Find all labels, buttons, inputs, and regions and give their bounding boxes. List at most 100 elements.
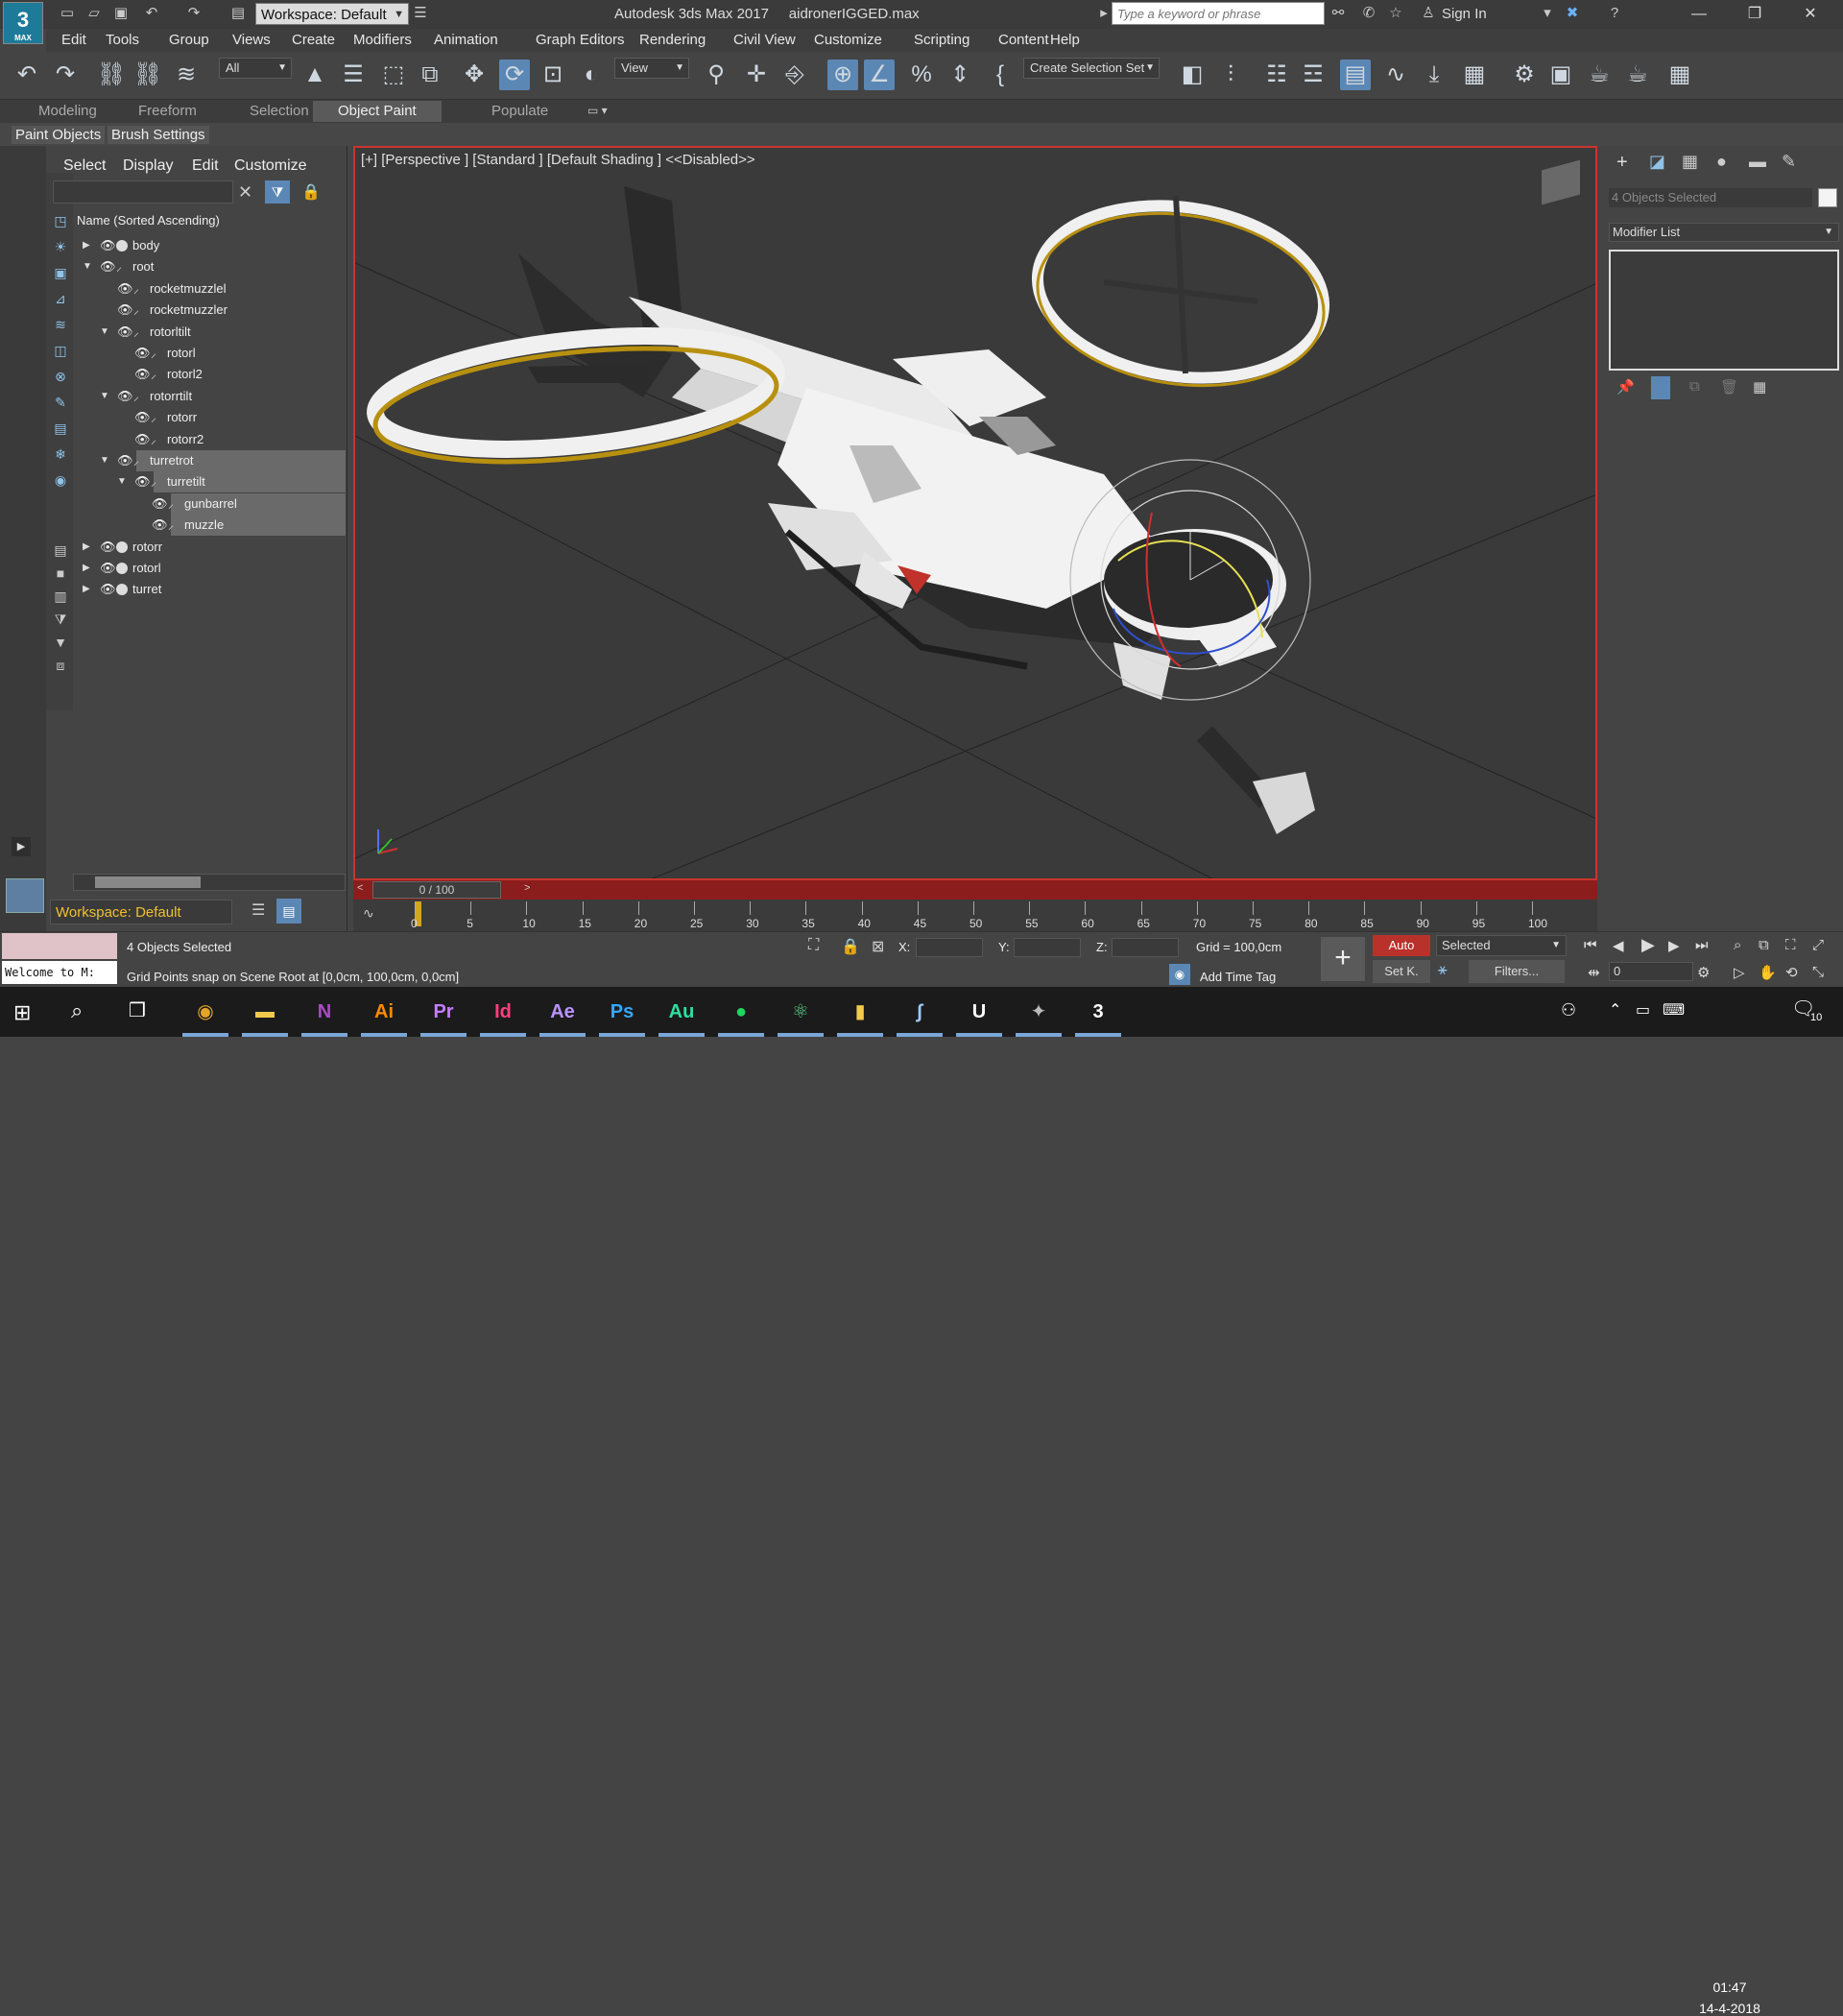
chevron-right-icon[interactable]: ▸	[1094, 5, 1113, 22]
taskbar-unreal-icon[interactable]: U	[962, 995, 996, 1029]
visibility-eye-icon[interactable]: 👁	[100, 256, 116, 277]
add-time-tag[interactable]: Add Time Tag	[1200, 970, 1276, 984]
tree-row-rotorr[interactable]: ▶ 👁 rotorr	[73, 537, 346, 558]
task-view-icon[interactable]: ❒	[129, 998, 146, 1022]
tree-row-turret[interactable]: ▶ 👁 turret	[73, 579, 346, 600]
track-bar[interactable]: ∿ 0 5 10 15 20 25 30 35 40 45 50 55 60 65 70 75 80 85 90 95…	[353, 900, 1597, 932]
display-tab-icon[interactable]: ▬	[1749, 152, 1766, 172]
tree-row-rotorl[interactable]: 👁 ⸝ rotorl	[73, 343, 346, 364]
windows-start-icon[interactable]: ⊞	[13, 1000, 31, 1025]
taskbar-indesign-icon[interactable]: Id	[486, 995, 520, 1029]
container-filter-icon[interactable]: ▤	[52, 420, 69, 437]
display-children-icon[interactable]: ▤	[52, 541, 69, 559]
show-end-result-icon[interactable]	[1651, 376, 1670, 399]
render-production-icon[interactable]: ☕	[1584, 60, 1615, 90]
isolate-selection-icon[interactable]: ⛶	[808, 937, 819, 954]
sign-in-link[interactable]: Sign In	[1442, 6, 1487, 22]
group-filter-icon[interactable]: ◫	[52, 342, 69, 359]
schematic-view-icon[interactable]: ⤓	[1419, 60, 1449, 90]
bind-space-warp-icon[interactable]: ≋	[171, 60, 202, 90]
save-file-icon[interactable]: ▣	[111, 5, 131, 22]
tab-selection[interactable]: Selection	[250, 103, 309, 119]
go-to-end-icon[interactable]: ⏭	[1695, 937, 1709, 953]
z-coord-input[interactable]	[1112, 938, 1179, 957]
visibility-eye-icon[interactable]: 👁	[134, 364, 151, 385]
tree-expander-closed-icon[interactable]: ▶	[83, 579, 90, 600]
light-filter-icon[interactable]: ☀	[52, 238, 69, 255]
tree-row-turretilt[interactable]: ▼ 👁 ⸝ turretilt	[117, 471, 346, 493]
brush-settings-button[interactable]: Brush Settings	[108, 126, 209, 144]
menu-scripting[interactable]: Scripting	[914, 32, 969, 48]
drone-model[interactable]	[367, 186, 1334, 834]
tree-expander-closed-icon[interactable]: ▶	[83, 558, 90, 579]
app-logo-icon[interactable]: 3 MAX	[3, 2, 43, 44]
modifier-list-dropdown[interactable]: Modifier List ▼	[1609, 223, 1839, 242]
tree-expander-open-icon[interactable]: ▼	[100, 386, 109, 407]
scroll-thumb[interactable]	[95, 876, 201, 888]
time-slider-track[interactable]: < 0 / 100 >	[353, 880, 1597, 900]
binoculars-icon[interactable]: ⚯	[1328, 5, 1348, 22]
taskbar-spotify-icon[interactable]: ●	[724, 995, 758, 1029]
select-by-name-icon[interactable]: ☰	[338, 60, 369, 90]
mirror-icon[interactable]: ◧	[1177, 60, 1208, 90]
taskbar-3dsmax-icon[interactable]: 3	[1081, 995, 1115, 1029]
undo-icon[interactable]: ↶	[12, 60, 42, 90]
tree-row-rotorltilt[interactable]: ▼ 👁 ⸝ rotorltilt	[73, 322, 346, 343]
toggle-layer-explorer-icon[interactable]: ☲	[1298, 60, 1328, 90]
tree-row-rotorr[interactable]: 👁 ⸝ rotorr	[73, 407, 346, 428]
tree-row-rotorrtilt[interactable]: ▼ 👁 ⸝ rotorrtilt	[73, 386, 346, 407]
communication-center-icon[interactable]: ✆	[1359, 5, 1378, 22]
taskbar-photoshop-icon[interactable]: Ps	[605, 995, 639, 1029]
sync-selection-icon[interactable]: ⧈	[52, 657, 69, 674]
menu-create[interactable]: Create	[292, 32, 335, 48]
undo-icon[interactable]: ↶	[142, 5, 161, 22]
scene-explorer-toggle-icon[interactable]: ▤	[276, 899, 301, 924]
viewport-layout-icon[interactable]	[6, 878, 44, 913]
set-key-big-icon[interactable]: +	[1321, 937, 1365, 981]
taskbar-atom-icon[interactable]: ⚛	[783, 995, 818, 1029]
tree-row-gunbarrel[interactable]: 👁 ⸝ gunbarrel	[152, 492, 346, 515]
configure-modifier-sets-icon[interactable]: ▦	[1753, 378, 1766, 396]
favorites-star-icon[interactable]: ☆	[1386, 5, 1405, 22]
material-editor-icon[interactable]: ▦	[1459, 60, 1490, 90]
key-filter-dropdown[interactable]: Selected ▼	[1436, 935, 1567, 956]
redo-icon[interactable]: ↷	[50, 60, 81, 90]
spinner-snap-icon[interactable]: ⇕	[945, 60, 975, 90]
time-tag-icon[interactable]: ◉	[1169, 964, 1190, 985]
render-setup-icon[interactable]: ⚙	[1509, 60, 1540, 90]
tab-modeling[interactable]: Modeling	[38, 103, 97, 119]
user-icon[interactable]: ♙	[1419, 5, 1438, 22]
pin-stack-icon[interactable]: 📌	[1616, 378, 1635, 396]
y-coord-input[interactable]	[1014, 938, 1081, 957]
absolute-mode-icon[interactable]: ⊠	[872, 937, 884, 956]
menu-modifiers[interactable]: Modifiers	[353, 32, 412, 48]
tree-expander-open-icon[interactable]: ▼	[83, 256, 92, 277]
search-input[interactable]	[1112, 2, 1325, 25]
select-children-icon[interactable]: ■	[52, 564, 69, 582]
motion-tab-icon[interactable]: ●	[1716, 152, 1727, 172]
time-prev-icon[interactable]: <	[357, 882, 363, 894]
frozen-filter-icon[interactable]: ❄	[52, 445, 69, 463]
open-file-icon[interactable]: ▱	[84, 5, 104, 22]
reference-coordinate-dropdown[interactable]: View ▼	[614, 58, 689, 79]
horizontal-scrollbar[interactable]	[73, 874, 346, 891]
angle-snap-icon[interactable]: ∠	[864, 60, 895, 90]
bone-filter-icon[interactable]: ✎	[52, 394, 69, 411]
maximize-viewport-icon[interactable]: ⤡	[1812, 964, 1824, 980]
visibility-eye-icon[interactable]: 👁	[117, 300, 133, 321]
edit-named-selection-icon[interactable]: {	[985, 60, 1016, 90]
menu-content[interactable]: Content	[998, 32, 1049, 48]
scale-icon[interactable]: ⊡	[538, 60, 568, 90]
go-to-start-icon[interactable]: ⏮	[1584, 937, 1597, 953]
zoom-all-icon[interactable]: ⧉	[1759, 937, 1769, 953]
modifier-stack[interactable]	[1609, 250, 1839, 371]
modify-tab-icon[interactable]: ◪	[1649, 152, 1665, 172]
time-configuration-icon[interactable]: ⚙	[1697, 964, 1710, 981]
explorer-workspace-dropdown[interactable]: Workspace: Default	[50, 900, 232, 924]
remove-modifier-icon[interactable]: 🗑	[1720, 378, 1738, 396]
previous-frame-icon[interactable]: ◀	[1613, 937, 1624, 954]
tree-row-turretrot[interactable]: ▼ 👁 ⸝ turretrot	[100, 450, 346, 471]
taskbar-tool-icon[interactable]: ✦	[1021, 995, 1056, 1029]
filter-toggle-icon[interactable]: ⧩	[265, 180, 290, 204]
selection-filter-dropdown[interactable]: All ▼	[219, 58, 292, 79]
